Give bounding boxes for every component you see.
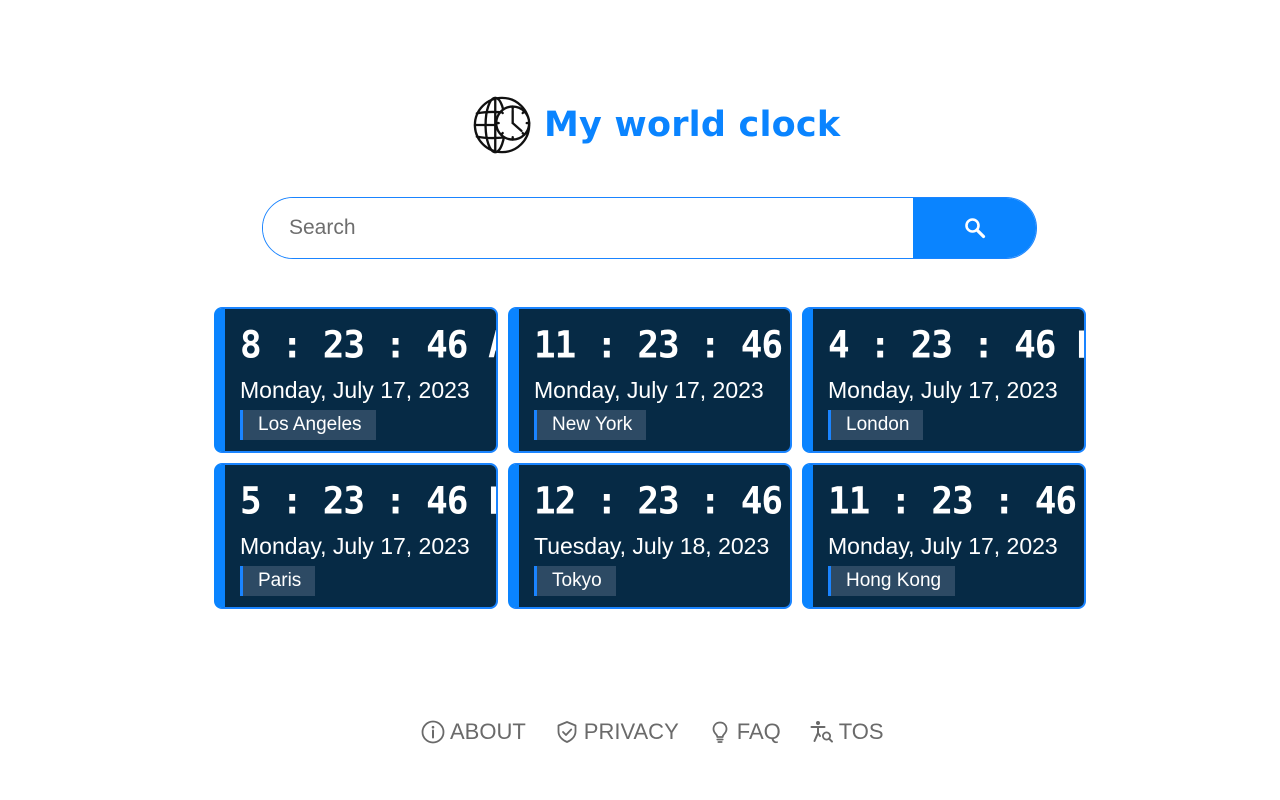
- clock-card-london[interactable]: 4 : 23 : 46 PM Monday, July 17, 2023 Lon…: [802, 307, 1086, 453]
- clock-card-hong-kong[interactable]: 11 : 23 : 46 PM Monday, July 17, 2023 Ho…: [802, 463, 1086, 609]
- footer-link-label: ABOUT: [450, 719, 526, 744]
- search-bar: [262, 197, 1037, 259]
- clock-time: 11 : 23 : 46 PM: [828, 480, 1084, 524]
- footer-link-faq[interactable]: FAQ: [707, 719, 781, 745]
- footer-link-tos[interactable]: TOS: [809, 719, 884, 745]
- footer-link-about[interactable]: ABOUT: [420, 719, 526, 745]
- footer-link-privacy[interactable]: PRIVACY: [554, 719, 679, 745]
- clock-card-paris[interactable]: 5 : 23 : 46 PM Monday, July 17, 2023 Par…: [214, 463, 498, 609]
- clock-date: Monday, July 17, 2023: [240, 377, 470, 403]
- search-icon: [964, 218, 985, 239]
- clock-card-los-angeles[interactable]: 8 : 23 : 46 AM Monday, July 17, 2023 Los…: [214, 307, 498, 453]
- clock-card-new-york[interactable]: 11 : 23 : 46 AM Monday, July 17, 2023 Ne…: [508, 307, 792, 453]
- accessibility-search-icon: [810, 721, 833, 743]
- page: My world clock 8 : 23 : 46 AM Monday, Ju…: [0, 0, 1280, 800]
- clock-date: Monday, July 17, 2023: [534, 377, 764, 403]
- lightbulb-icon: [712, 721, 728, 743]
- clock-date: Monday, July 17, 2023: [240, 533, 470, 559]
- clock-time: 4 : 23 : 46 PM: [828, 324, 1084, 368]
- clock-grid: 8 : 23 : 46 AM Monday, July 17, 2023 Los…: [214, 307, 1086, 609]
- city-label: Tokyo: [534, 566, 616, 596]
- logo-link[interactable]: My world clock: [472, 94, 840, 156]
- footer-nav: ABOUT PRIVACY FAQ TOS: [420, 716, 884, 748]
- clock-date: Tuesday, July 18, 2023: [534, 533, 770, 559]
- clock-card-tokyo[interactable]: 12 : 23 : 46 AM Tuesday, July 18, 2023 T…: [508, 463, 792, 609]
- clock-date: Monday, July 17, 2023: [828, 377, 1058, 403]
- clock-date: Monday, July 17, 2023: [828, 533, 1058, 559]
- search-input[interactable]: [263, 198, 913, 258]
- city-label: Hong Kong: [828, 566, 956, 596]
- info-icon: [421, 720, 445, 744]
- city-label: Los Angeles: [240, 410, 376, 440]
- footer-link-label: TOS: [838, 719, 884, 744]
- site-title: My world clock: [544, 105, 841, 145]
- clock-time: 11 : 23 : 46 AM: [534, 324, 790, 368]
- shield-check-icon: [557, 721, 577, 743]
- globe-clock-icon: [473, 96, 531, 154]
- city-label: Paris: [240, 566, 316, 596]
- footer-link-label: PRIVACY: [583, 719, 679, 744]
- clock-time: 5 : 23 : 46 PM: [240, 480, 496, 524]
- city-label: London: [828, 410, 924, 440]
- clock-time: 8 : 23 : 46 AM: [240, 324, 496, 368]
- search-button[interactable]: [913, 198, 1036, 258]
- footer-link-label: FAQ: [736, 719, 781, 744]
- clock-time: 12 : 23 : 46 AM: [534, 480, 790, 524]
- city-label: New York: [534, 410, 647, 440]
